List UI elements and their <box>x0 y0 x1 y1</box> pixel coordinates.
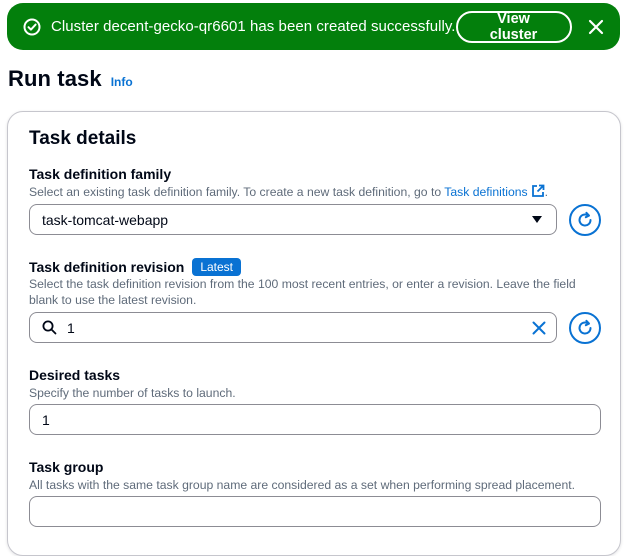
family-description-text: Select an existing task definition famil… <box>29 185 445 199</box>
refresh-icon <box>576 319 594 337</box>
family-label: Task definition family <box>29 166 172 182</box>
family-selected-value: task-tomcat-webapp <box>42 211 169 228</box>
revision-search-input[interactable]: 1 <box>29 312 557 343</box>
desired-tasks-value: 1 <box>42 411 50 428</box>
view-cluster-button[interactable]: View cluster <box>455 10 572 43</box>
info-link[interactable]: Info <box>111 75 133 89</box>
desired-tasks-description: Specify the number of tasks to launch. <box>29 386 236 400</box>
latest-badge: Latest <box>192 258 242 276</box>
panel-heading: Task details <box>29 128 137 149</box>
refresh-revision-button[interactable] <box>569 312 601 344</box>
revision-label: Task definition revision Latest <box>29 258 242 276</box>
search-icon <box>42 320 57 335</box>
revision-label-text: Task definition revision <box>29 259 185 275</box>
task-definitions-link[interactable]: Task definitions <box>444 185 527 199</box>
revision-description: Select the task definition revision from… <box>29 277 576 307</box>
task-group-input[interactable] <box>29 496 601 527</box>
flash-message: Cluster decent-gecko-qr6601 has been cre… <box>51 18 456 35</box>
revision-value: 1 <box>67 319 75 336</box>
task-group-label: Task group <box>29 459 104 475</box>
close-icon[interactable] <box>586 15 606 39</box>
task-group-description: All tasks with the same task group name … <box>29 478 576 492</box>
family-description-end: . <box>544 185 549 199</box>
caret-down-icon <box>532 216 542 223</box>
page-title: Run task <box>8 66 102 91</box>
page-header: Run task Info <box>8 66 133 92</box>
family-description: Select an existing task definition famil… <box>29 184 548 202</box>
refresh-family-button[interactable] <box>569 204 601 236</box>
clear-icon[interactable] <box>532 321 546 335</box>
success-flash-banner: Cluster decent-gecko-qr6601 has been cre… <box>7 3 620 50</box>
task-details-panel: Task details Task definition family Sele… <box>7 111 621 556</box>
desired-tasks-label: Desired tasks <box>29 367 121 383</box>
refresh-icon <box>576 211 594 229</box>
success-check-icon <box>23 18 41 36</box>
task-definition-family-select[interactable]: task-tomcat-webapp <box>29 204 557 235</box>
desired-tasks-input[interactable]: 1 <box>29 404 601 435</box>
external-link-icon[interactable] <box>531 184 545 202</box>
